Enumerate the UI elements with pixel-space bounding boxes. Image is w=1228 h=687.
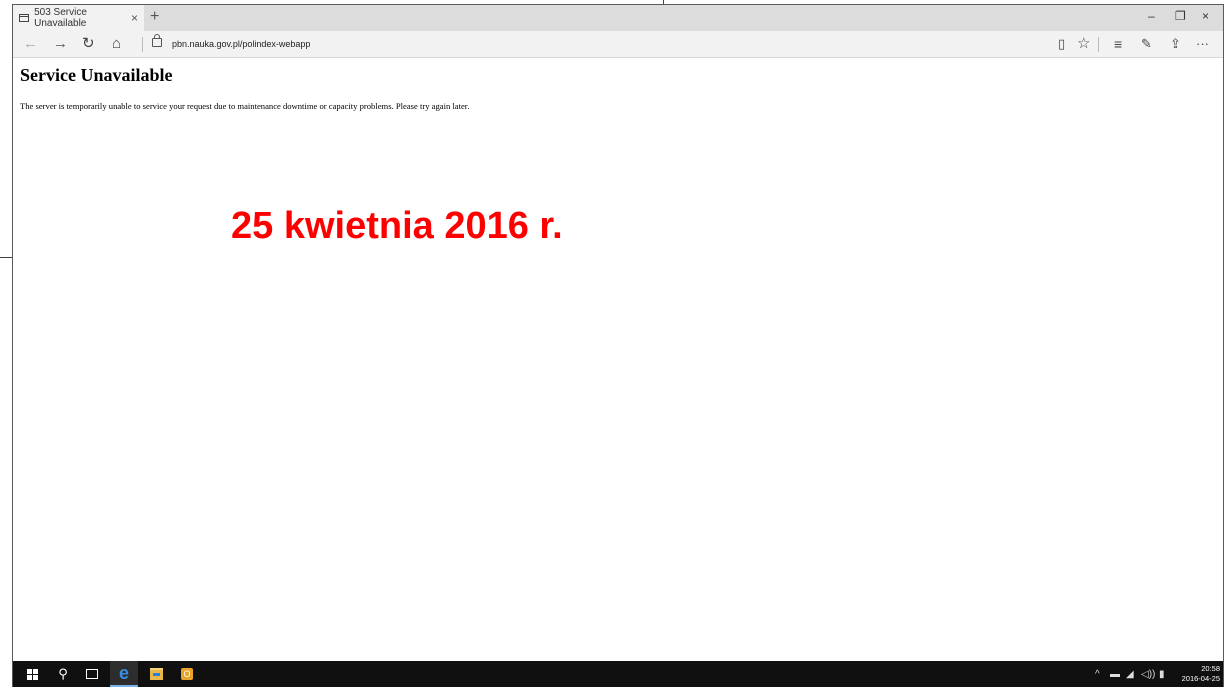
toolbar-divider: [142, 37, 143, 52]
tab-503-service-unavailable[interactable]: 503 Service Unavailable ×: [13, 5, 144, 31]
chevron-up-icon[interactable]: ^: [1095, 661, 1100, 687]
windows-logo-icon: [26, 668, 38, 680]
close-window-button[interactable]: ×: [1202, 9, 1209, 23]
tab-strip: 503 Service Unavailable × + – ❐ ×: [13, 5, 1223, 31]
action-center-icon[interactable]: ▮: [1159, 661, 1165, 687]
network-icon[interactable]: ▬: [1110, 661, 1120, 687]
browser-window: 503 Service Unavailable × + – ❐ × ← → ↻ …: [12, 4, 1224, 687]
favorite-star-icon[interactable]: ☆: [1077, 35, 1090, 53]
hub-icon[interactable]: ≡: [1114, 35, 1122, 53]
edge-icon[interactable]: e: [110, 661, 138, 687]
outlook-icon: O: [181, 668, 193, 680]
lock-icon: [152, 34, 162, 47]
page-content: Service Unavailable The server is tempor…: [13, 58, 1223, 661]
address-bar[interactable]: pbn.nauka.gov.pl/polindex-webapp: [172, 39, 310, 49]
folder-icon: [149, 668, 163, 680]
start-button[interactable]: [18, 661, 46, 687]
task-view-button[interactable]: [78, 661, 106, 687]
restore-button[interactable]: ❐: [1175, 9, 1186, 23]
reading-view-icon[interactable]: ▯: [1058, 35, 1065, 53]
new-tab-button[interactable]: +: [150, 8, 159, 26]
address-toolbar: ← → ↻ ⌂ pbn.nauka.gov.pl/polindex-webapp…: [13, 31, 1223, 58]
more-icon[interactable]: ···: [1196, 35, 1209, 53]
home-icon[interactable]: ⌂: [112, 35, 121, 53]
back-icon[interactable]: ←: [23, 35, 38, 53]
taskbar: ⚲ e O ^ ▬ ◢ ◁)) ▮ 20:58 2016-04-25: [13, 661, 1223, 687]
search-icon[interactable]: ⚲: [49, 661, 77, 687]
volume-icon[interactable]: ◁)): [1141, 661, 1155, 687]
toolbar-divider: [1098, 37, 1099, 52]
clock-time: 20:58: [1201, 664, 1220, 673]
slide-guide-line-left: [0, 257, 12, 258]
wifi-icon[interactable]: ◢: [1126, 661, 1134, 687]
error-message: The server is temporarily unable to serv…: [20, 101, 470, 111]
share-icon[interactable]: ⇪: [1170, 35, 1181, 53]
page-icon: [19, 14, 30, 22]
clock-date: 2016-04-25: [1181, 674, 1220, 683]
clock[interactable]: 20:58 2016-04-25: [1180, 664, 1220, 684]
web-note-icon[interactable]: ✎: [1141, 35, 1152, 53]
minimize-button[interactable]: –: [1148, 9, 1155, 23]
refresh-icon[interactable]: ↻: [82, 35, 95, 53]
outlook-button[interactable]: O: [173, 661, 201, 687]
tab-close-icon[interactable]: ×: [131, 11, 138, 25]
date-annotation: 25 kwietnia 2016 r.: [231, 205, 563, 247]
task-view-icon: [86, 669, 98, 679]
page-heading: Service Unavailable: [20, 65, 173, 85]
tab-title: 503 Service Unavailable: [34, 7, 87, 29]
forward-icon[interactable]: →: [53, 35, 68, 53]
file-explorer-button[interactable]: [142, 661, 170, 687]
